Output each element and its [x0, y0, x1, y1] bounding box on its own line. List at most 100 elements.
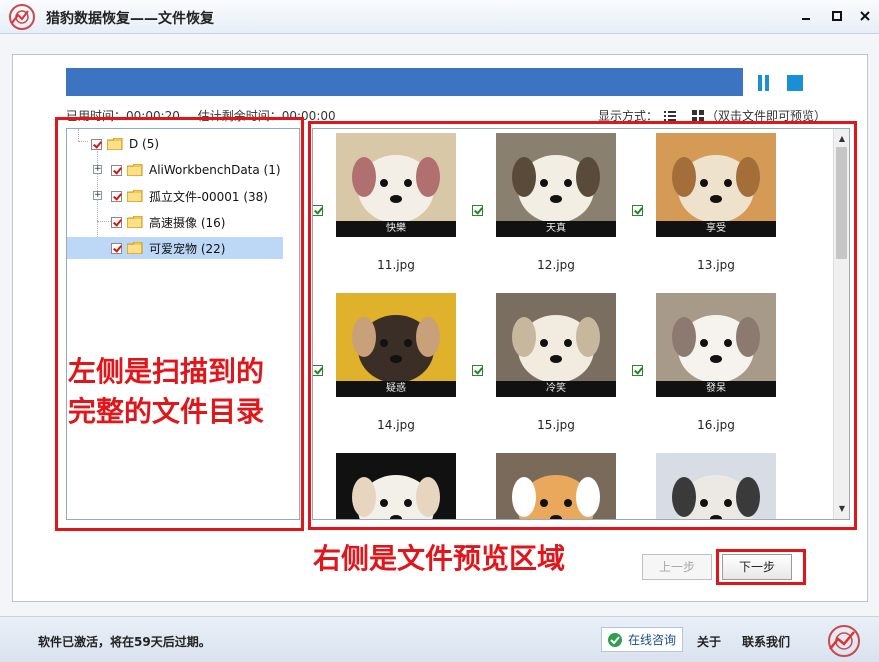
minimize-icon	[801, 11, 811, 21]
cheetah-logo-icon	[824, 623, 864, 659]
file-thumbnail[interactable]	[632, 448, 782, 520]
photo-caption: 快樂	[336, 221, 456, 237]
stop-button[interactable]	[787, 75, 803, 91]
scroll-thumb[interactable]	[836, 147, 847, 259]
tree-node[interactable]: D (5)	[91, 133, 159, 155]
file-name: 14.jpg	[336, 418, 456, 432]
tree-node-label: AliWorkbenchData (1)	[149, 163, 281, 177]
close-icon	[860, 11, 870, 21]
tree-line	[78, 141, 88, 142]
file-name: 13.jpg	[656, 258, 776, 272]
chat-icon	[606, 632, 624, 648]
minimize-button[interactable]	[797, 7, 815, 25]
pet-photo[interactable]	[656, 453, 776, 520]
tree-node[interactable]: 高速摄像 (16)	[111, 211, 225, 233]
file-name: 16.jpg	[656, 418, 776, 432]
pet-photo[interactable]: 發呆	[656, 293, 776, 397]
activation-status: 软件已激活，将在59天后过期。	[38, 633, 211, 650]
file-thumbnail[interactable]: 冷笑 15.jpg	[472, 288, 622, 438]
pet-photo[interactable]: 冷笑	[496, 293, 616, 397]
pet-photo[interactable]	[336, 453, 456, 520]
online-consult-label: 在线咨询	[628, 631, 676, 648]
elapsed-time: 已用时间：00:00:20	[66, 109, 180, 123]
pet-photo[interactable]: 享受	[656, 133, 776, 237]
left-annotation-line: 完整的文件目录	[68, 392, 264, 432]
right-annotation-text: 右侧是文件预览区域	[313, 541, 565, 577]
online-consult-button[interactable]: 在线咨询	[601, 627, 683, 652]
preview-hint: （双击文件即可预览）	[706, 107, 826, 124]
tree-node-label: 高速摄像 (16)	[149, 214, 225, 231]
prev-button[interactable]: 上一步	[642, 554, 712, 580]
title-bar: 猎豹数据恢复——文件恢复	[0, 0, 879, 34]
pet-photo-art	[336, 453, 456, 520]
maximize-button[interactable]	[828, 7, 846, 25]
tree-expand-icon[interactable]: +	[93, 165, 102, 174]
tree-node-checkbox[interactable]	[91, 139, 102, 150]
tree-node-label: D (5)	[129, 137, 159, 151]
file-thumbnail[interactable]	[312, 448, 462, 520]
close-button[interactable]	[856, 7, 874, 25]
photo-caption: 發呆	[656, 381, 776, 397]
pet-photo[interactable]: 快樂	[336, 133, 456, 237]
time-info: 已用时间：00:00:20 估计剩余时间：00:00:00	[66, 107, 350, 124]
tree-node-checkbox[interactable]	[111, 191, 122, 202]
cheetah-logo-icon	[8, 3, 36, 31]
scan-progress-bar	[66, 68, 743, 96]
display-mode-label: 显示方式：	[598, 107, 658, 124]
scroll-down-icon[interactable]: ▼	[834, 501, 850, 517]
tree-expand-icon[interactable]: +	[93, 191, 102, 200]
file-name: 11.jpg	[336, 258, 456, 272]
file-thumbnail[interactable]: 發呆 16.jpg	[632, 288, 782, 438]
tree-node[interactable]: AliWorkbenchData (1)	[111, 159, 281, 181]
tree-line	[97, 221, 111, 222]
file-thumbnail[interactable]: 疑惑 14.jpg	[312, 288, 462, 438]
pet-photo[interactable]	[496, 453, 616, 520]
left-annotation-line: 左侧是扫描到的	[68, 352, 264, 392]
photo-caption: 疑惑	[336, 381, 456, 397]
file-name: 15.jpg	[496, 418, 616, 432]
display-mode: 显示方式： （双击文件即可预览）	[598, 107, 826, 124]
scroll-up-icon[interactable]: ▲	[834, 131, 850, 147]
pause-button[interactable]	[757, 75, 771, 91]
maximize-icon	[832, 11, 842, 21]
pet-photo[interactable]: 疑惑	[336, 293, 456, 397]
tree-node[interactable]: 孤立文件-00001 (38)	[111, 185, 268, 207]
grid-view-icon[interactable]	[692, 110, 704, 122]
photo-caption: 享受	[656, 221, 776, 237]
scan-progress-fill	[66, 68, 743, 96]
tree-node[interactable]: 可爱宠物 (22)	[67, 237, 283, 259]
file-checkbox[interactable]	[312, 205, 323, 216]
contact-link[interactable]: 联系我们	[742, 633, 790, 650]
left-annotation-text: 左侧是扫描到的 完整的文件目录	[68, 352, 264, 432]
preview-scrollbar[interactable]: ▲ ▼	[833, 129, 849, 519]
file-thumbnail[interactable]: 快樂 11.jpg	[312, 128, 462, 278]
list-view-icon[interactable]	[664, 110, 676, 122]
file-checkbox[interactable]	[472, 205, 483, 216]
file-thumbnail[interactable]: 天真 12.jpg	[472, 128, 622, 278]
next-button[interactable]: 下一步	[722, 554, 792, 580]
file-name: 12.jpg	[496, 258, 616, 272]
file-checkbox[interactable]	[312, 365, 323, 376]
tree-node-checkbox[interactable]	[111, 243, 122, 254]
folder-icon	[127, 190, 143, 202]
file-checkbox[interactable]	[632, 365, 643, 376]
file-thumbnail[interactable]	[472, 448, 622, 520]
about-link[interactable]: 关于	[697, 633, 721, 650]
tree-node-checkbox[interactable]	[111, 217, 122, 228]
remaining-time: 估计剩余时间：00:00:00	[198, 109, 336, 123]
pet-photo[interactable]: 天真	[496, 133, 616, 237]
tree-node-label: 孤立文件-00001 (38)	[149, 188, 268, 205]
window-title: 猎豹数据恢复——文件恢复	[46, 8, 214, 28]
folder-icon	[127, 242, 143, 254]
file-thumbnail[interactable]: 享受 13.jpg	[632, 128, 782, 278]
folder-icon	[127, 216, 143, 228]
directory-tree[interactable]: D (5) + AliWorkbenchData (1) + 孤立文件-00001 (3…	[66, 128, 300, 520]
file-checkbox[interactable]	[632, 205, 643, 216]
file-checkbox[interactable]	[472, 365, 483, 376]
photo-caption: 冷笑	[496, 381, 616, 397]
status-bar: 软件已激活，将在59天后过期。 在线咨询 关于 联系我们	[0, 616, 879, 662]
pet-photo-art	[496, 453, 616, 520]
photo-caption: 天真	[496, 221, 616, 237]
tree-node-checkbox[interactable]	[111, 165, 122, 176]
preview-area[interactable]: 發呆 16.jpg 冷笑 15.jpg 疑惑 14.jpg 享受 13.jpg 天真 12.jpg…	[312, 128, 850, 520]
